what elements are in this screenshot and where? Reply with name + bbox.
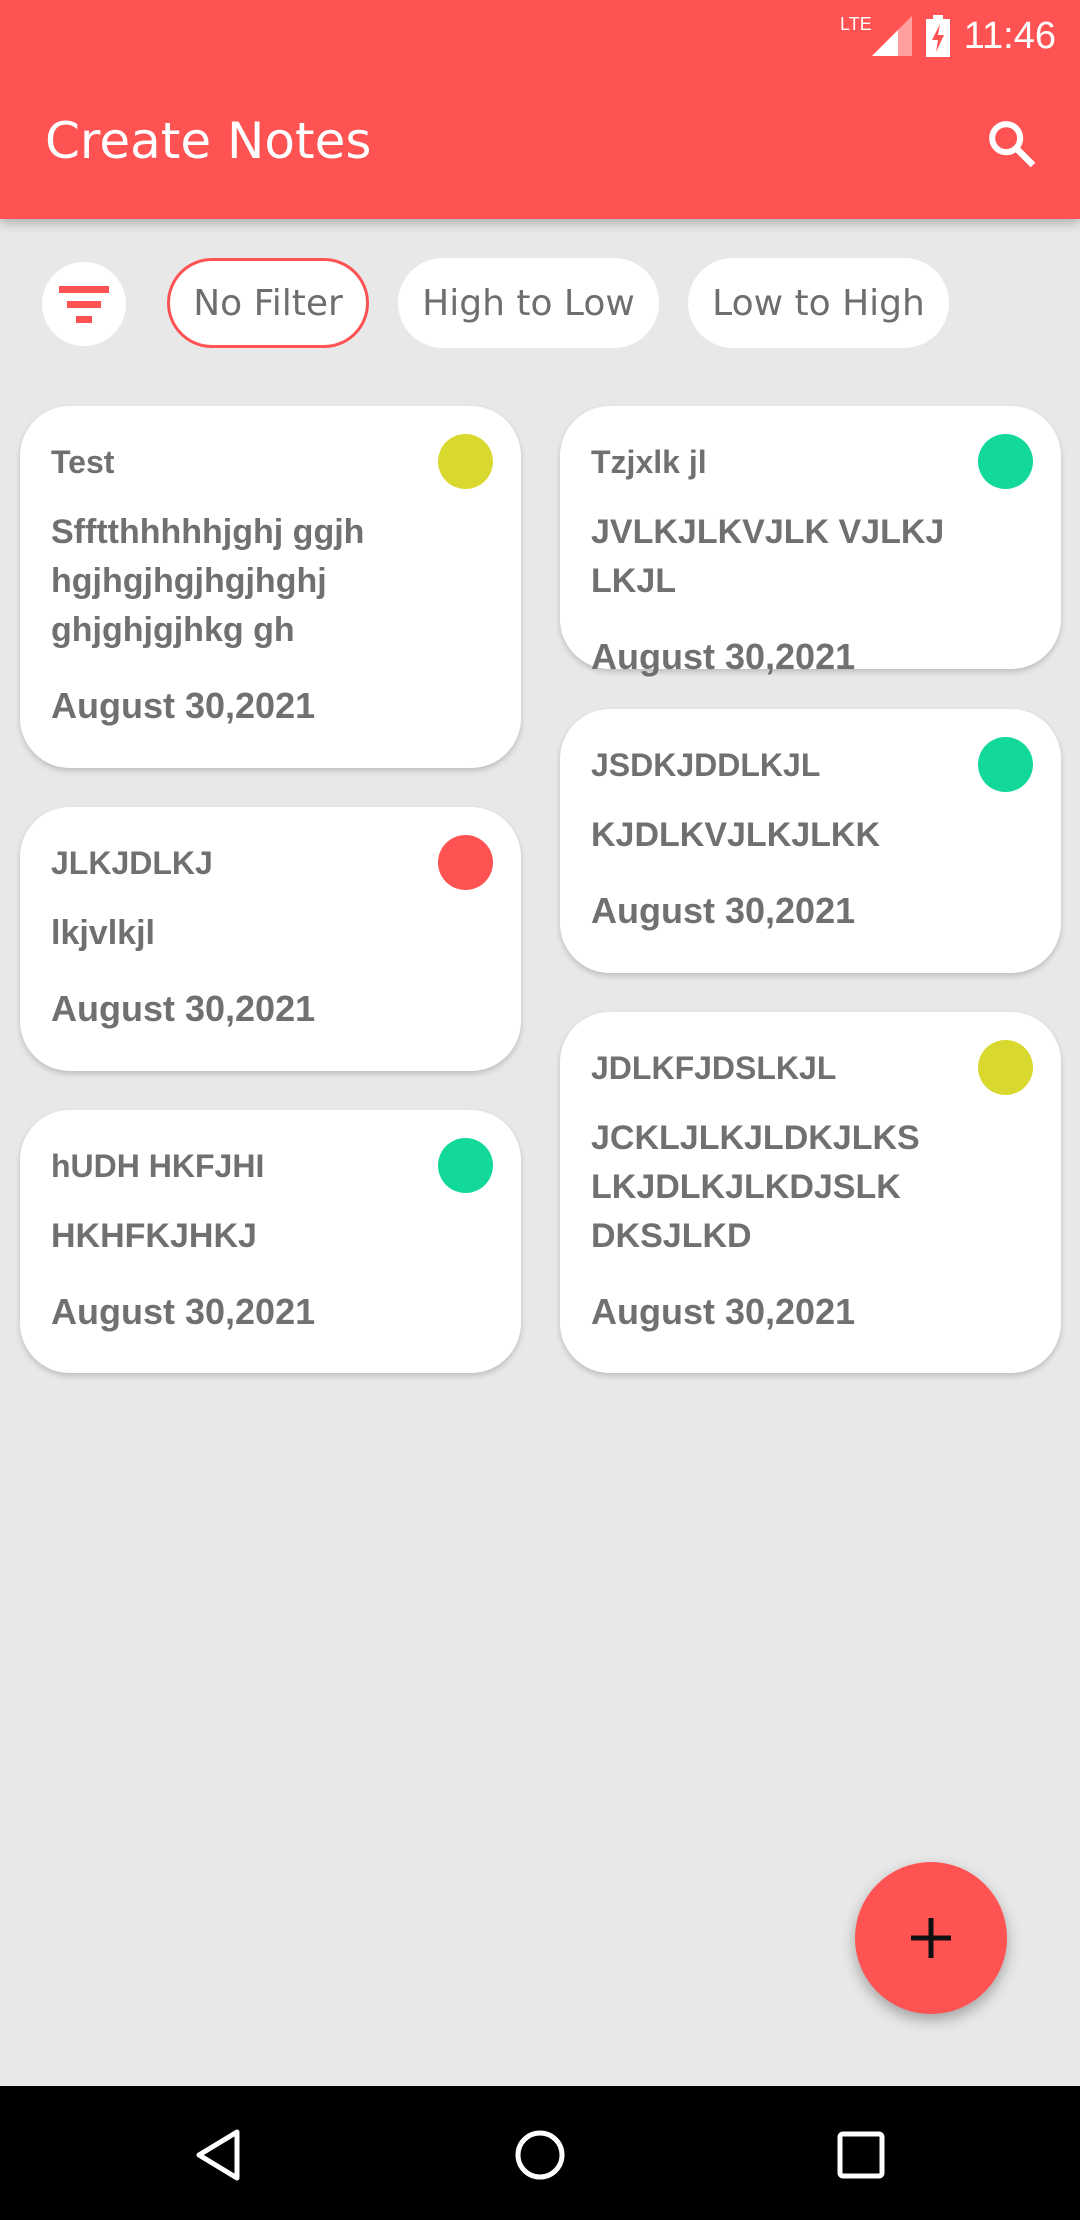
note-body: KJDLKVJLKJLKK [591,816,881,854]
note-card[interactable]: JSDKJDDLKJL KJDLKVJLKJLKK August 30,2021 [560,709,1061,973]
priority-dot [978,1040,1033,1095]
filter-icon-bar [67,300,101,308]
clock: 11:46 [963,14,1056,57]
note-body: JCKLJLKJLDKJLKS LKJDLKJLKDJSLK DKSJLKD [591,1119,920,1255]
note-date: August 30,2021 [591,636,856,677]
note-card[interactable]: Tzjxlk jl JVLKJLKVJLK VJLKJ LKJL August … [560,406,1061,677]
note-title: Test [51,444,115,480]
chip-no-filter[interactable]: No Filter [167,258,369,348]
note-card[interactable]: JLKJDLKJ lkjvlkjl August 30,2021 [20,807,521,1071]
battery-charging-icon [925,15,950,57]
note-body: JVLKJLKVJLK VJLKJ LKJL [591,513,945,600]
search-icon[interactable] [984,116,1040,172]
home-icon[interactable] [513,2128,567,2182]
note-title: JDLKFJDSLKJL [591,1050,837,1086]
note-title: hUDH HKFJHI [51,1148,265,1184]
priority-dot [438,1138,493,1193]
navigation-bar [0,2086,1080,2220]
back-icon[interactable] [193,2128,247,2182]
note-body: HKHFKJHKJ [51,1217,257,1255]
filter-button[interactable] [42,262,126,346]
recents-icon[interactable] [834,2128,888,2182]
note-date: August 30,2021 [51,685,316,726]
signal-icon [871,16,912,56]
note-body: Sfftthhhhhjghj ggjh hgjhgjhgjhgjhghj ghj… [51,513,365,649]
add-note-button[interactable] [855,1862,1007,2014]
filter-icon-bar [76,315,92,323]
note-title: Tzjxlk jl [591,444,707,480]
filter-icon [59,285,109,293]
chip-low-to-high[interactable]: Low to High [688,258,949,348]
note-title: JSDKJDDLKJL [591,747,821,783]
note-body: lkjvlkjl [51,914,155,952]
note-card[interactable]: Test Sfftthhhhhjghj ggjh hgjhgjhgjhgjhgh… [20,406,521,768]
note-card[interactable]: hUDH HKFJHI HKHFKJHKJ August 30,2021 [20,1110,521,1373]
page-title: Create Notes [45,112,372,170]
lte-label: LTE [840,14,872,34]
note-date: August 30,2021 [591,1291,856,1332]
priority-dot [438,835,493,890]
note-date: August 30,2021 [51,988,316,1029]
priority-dot [978,737,1033,792]
priority-dot [438,434,493,489]
priority-dot [978,434,1033,489]
app-bar: LTE 11:46 Create Notes [0,0,1080,219]
note-date: August 30,2021 [591,890,856,931]
note-title: JLKJDLKJ [51,845,213,881]
note-date: August 30,2021 [51,1291,316,1332]
note-card[interactable]: JDLKFJDSLKJL JCKLJLKJLDKJLKS LKJDLKJLKDJ… [560,1012,1061,1373]
status-bar: LTE 11:46 [840,8,1056,64]
chip-high-to-low[interactable]: High to Low [398,258,659,348]
plus-icon [911,1918,951,1958]
